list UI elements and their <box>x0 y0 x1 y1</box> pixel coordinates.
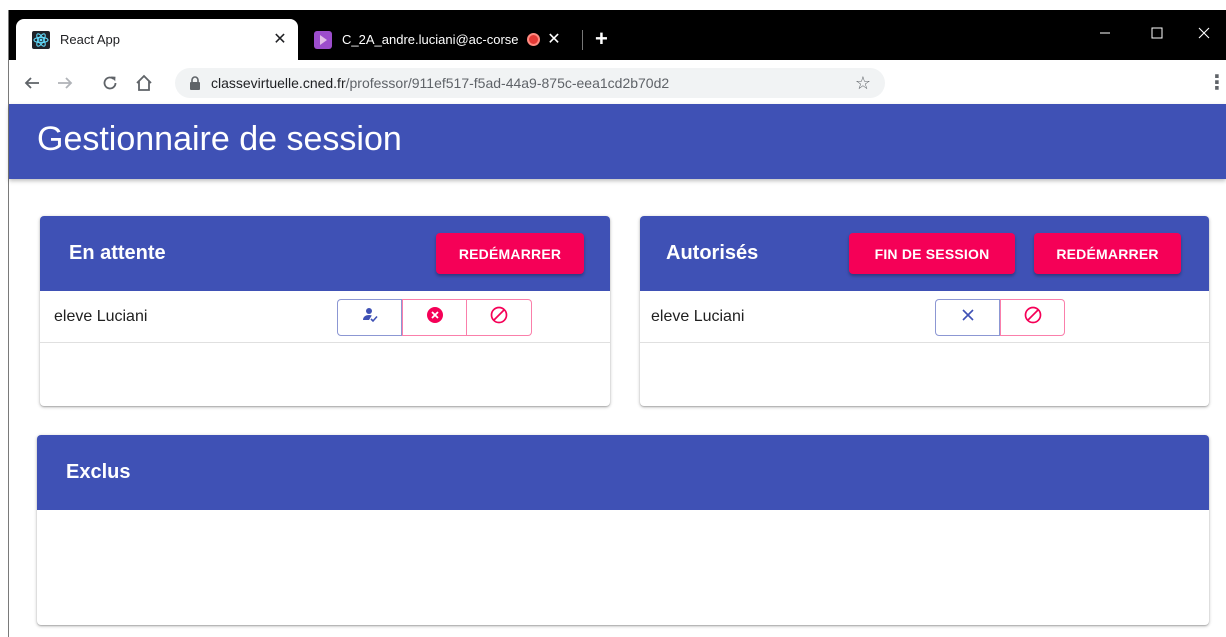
person-check-icon <box>361 306 379 329</box>
list-item: eleve Luciani <box>40 291 610 343</box>
close-tab-icon[interactable]: ✕ <box>272 31 288 48</box>
tab-react-app[interactable]: React App ✕ <box>16 19 298 60</box>
list-item: eleve Luciani <box>640 291 1209 343</box>
waiting-restart-button[interactable]: REDÉMARRER <box>436 233 584 274</box>
tab-separator <box>582 30 583 50</box>
student-name: eleve Luciani <box>651 308 745 325</box>
new-tab-icon[interactable]: + <box>595 28 608 50</box>
app-icon <box>314 30 332 49</box>
tab-title: React App <box>60 32 120 47</box>
cancel-circle-icon <box>426 306 444 329</box>
recording-icon <box>527 33 540 46</box>
close-tab-icon[interactable]: ✕ <box>546 31 562 48</box>
maximize-icon[interactable] <box>1137 18 1177 48</box>
close-icon <box>960 307 976 328</box>
revoke-student-button[interactable] <box>935 299 1000 336</box>
block-icon <box>490 306 508 329</box>
reload-icon[interactable] <box>99 72 121 94</box>
address-bar: classevirtuelle.cned.fr/professor/911ef5… <box>9 60 1226 104</box>
home-icon[interactable] <box>133 72 155 94</box>
end-session-button[interactable]: FIN DE SESSION <box>849 233 1015 274</box>
ban-student-button[interactable] <box>1000 299 1065 336</box>
page-title: Gestionnaire de session <box>37 120 402 158</box>
url-field[interactable]: classevirtuelle.cned.fr/professor/911ef5… <box>175 68 885 98</box>
url-text: classevirtuelle.cned.fr/professor/911ef5… <box>211 75 670 91</box>
close-window-icon[interactable] <box>1184 18 1224 48</box>
excluded-card-header: Exclus <box>37 435 1209 510</box>
authorized-restart-button[interactable]: REDÉMARRER <box>1034 233 1181 274</box>
student-action-group <box>337 299 532 336</box>
student-name: eleve Luciani <box>54 308 148 325</box>
authorized-card: Autorisés FIN DE SESSION REDÉMARRER elev… <box>640 216 1209 406</box>
block-icon <box>1024 306 1042 329</box>
browser-window: React App ✕ C_2A_andre.luciani@ac-corse … <box>9 10 1226 637</box>
back-icon[interactable] <box>21 72 43 94</box>
app-header: Gestionnaire de session <box>9 104 1226 179</box>
tab-title: C_2A_andre.luciani@ac-corse <box>342 32 519 47</box>
authorized-title: Autorisés <box>666 242 759 264</box>
reject-student-button[interactable] <box>402 299 467 336</box>
bookmark-star-icon[interactable]: ☆ <box>855 73 871 94</box>
waiting-card-header: En attente REDÉMARRER <box>40 216 610 291</box>
admit-student-button[interactable] <box>337 299 402 336</box>
excluded-card: Exclus <box>37 435 1209 625</box>
waiting-title: En attente <box>69 242 166 264</box>
minimize-icon[interactable] <box>1085 18 1125 48</box>
forward-icon[interactable] <box>54 72 76 94</box>
lock-icon <box>189 76 201 90</box>
tab-bar: React App ✕ C_2A_andre.luciani@ac-corse … <box>9 10 1226 60</box>
excluded-title: Exclus <box>66 461 131 483</box>
browser-menu-icon[interactable]: ⋮ <box>1207 70 1226 95</box>
tab-class-session[interactable]: C_2A_andre.luciani@ac-corse ✕ <box>302 19 582 60</box>
ban-student-button[interactable] <box>467 299 532 336</box>
react-icon <box>32 30 50 49</box>
authorized-card-header: Autorisés FIN DE SESSION REDÉMARRER <box>640 216 1209 291</box>
waiting-card: En attente REDÉMARRER eleve Luciani <box>40 216 610 406</box>
student-action-group <box>935 299 1065 336</box>
